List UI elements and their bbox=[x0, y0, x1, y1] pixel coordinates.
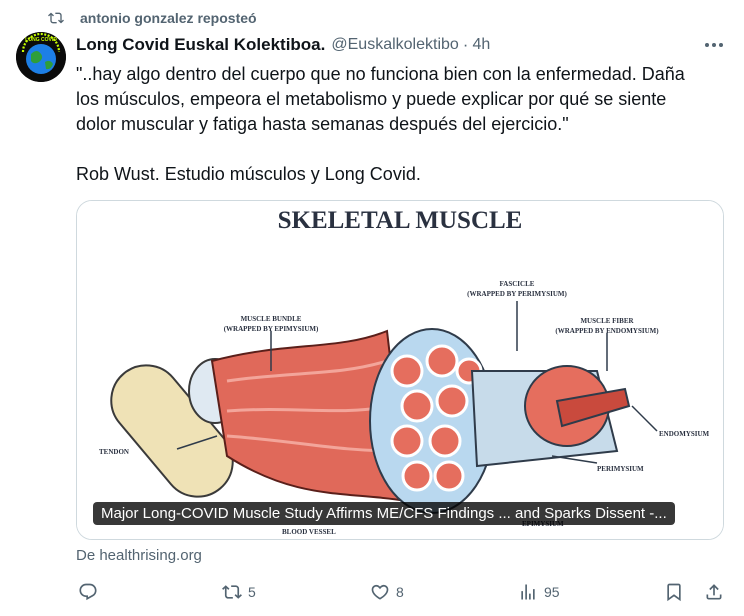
repost-icon bbox=[48, 12, 64, 24]
label-blood-vessel: BLOOD VESSEL bbox=[282, 528, 336, 536]
tweet-line: Rob Wust. Estudio músculos y Long Covid. bbox=[76, 164, 421, 184]
skeletal-muscle-illustration: SKELETAL MUSCLE FASCICLE (WRAPPED BY PER… bbox=[77, 201, 723, 539]
label-fascicle-sub: (WRAPPED BY PERIMYSIUM) bbox=[467, 290, 567, 298]
link-card[interactable]: SKELETAL MUSCLE FASCICLE (WRAPPED BY PER… bbox=[76, 200, 724, 540]
tweet-text: "..hay algo dentro del cuerpo que no fun… bbox=[76, 62, 716, 187]
separator-dot: · bbox=[462, 35, 469, 54]
label-fascicle: FASCICLE bbox=[500, 280, 535, 288]
tweet-header: Long Covid Euskal Kolektiboa. @Euskalkol… bbox=[76, 34, 728, 56]
avatar[interactable]: LONG COVID bbox=[16, 32, 66, 82]
label-endomysium: ENDOMYSIUM bbox=[659, 430, 710, 438]
image-title: SKELETAL MUSCLE bbox=[278, 207, 523, 234]
reply-icon bbox=[79, 583, 97, 601]
tweet-time[interactable]: 4h bbox=[472, 36, 490, 54]
like-button[interactable]: 8 bbox=[370, 582, 404, 602]
bookmark-icon bbox=[667, 583, 681, 602]
label-muscle-fiber-sub: (WRAPPED BY ENDOMYSIUM) bbox=[555, 327, 659, 335]
repost-label: antonio gonzalez reposteó bbox=[80, 10, 257, 26]
views-count: 95 bbox=[544, 584, 560, 600]
more-horizontal-icon bbox=[705, 43, 723, 47]
author-handle[interactable]: @Euskalkolektibo bbox=[331, 36, 458, 54]
label-muscle-fiber: MUSCLE FIBER bbox=[580, 317, 634, 325]
label-perimysium: PERIMYSIUM bbox=[597, 465, 644, 473]
card-caption[interactable]: Major Long-COVID Muscle Study Affirms ME… bbox=[93, 502, 675, 525]
action-bar: 5 8 95 bbox=[76, 580, 724, 604]
reply-button[interactable] bbox=[78, 582, 98, 602]
avatar-globe-image: LONG COVID bbox=[16, 32, 66, 82]
bookmark-button[interactable] bbox=[664, 582, 684, 602]
views-icon bbox=[521, 584, 535, 600]
share-icon bbox=[706, 584, 722, 600]
views-button[interactable]: 95 bbox=[518, 582, 560, 602]
avatar-text: LONG COVID bbox=[25, 37, 57, 43]
tweet-line: los músculos, empeora el metabolismo y p… bbox=[76, 89, 667, 109]
more-options-button[interactable] bbox=[704, 36, 724, 54]
repost-indicator[interactable]: antonio gonzalez reposteó bbox=[48, 8, 257, 28]
card-source[interactable]: De healthrising.org bbox=[76, 547, 202, 564]
heart-icon bbox=[371, 584, 389, 600]
repost-icon bbox=[222, 585, 242, 599]
label-muscle-bundle: MUSCLE BUNDLE bbox=[241, 315, 302, 323]
repost-button[interactable]: 5 bbox=[222, 582, 256, 602]
repost-count: 5 bbox=[248, 584, 256, 600]
tweet-line: dolor muscular y fatiga hasta semanas de… bbox=[76, 114, 569, 134]
label-tendon: TENDON bbox=[99, 448, 129, 456]
like-count: 8 bbox=[396, 584, 404, 600]
label-muscle-bundle-sub: (WRAPPED BY EPIMYSIUM) bbox=[224, 325, 319, 333]
share-button[interactable] bbox=[704, 582, 724, 602]
author-name[interactable]: Long Covid Euskal Kolektiboa. bbox=[76, 35, 325, 55]
tweet-line: "..hay algo dentro del cuerpo que no fun… bbox=[76, 64, 685, 84]
